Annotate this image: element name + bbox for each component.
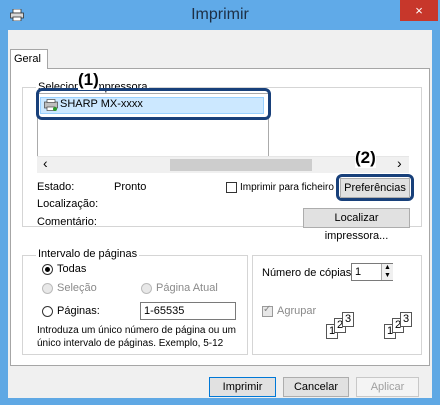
scroll-left-icon[interactable]: ‹ (43, 155, 48, 171)
tab-geral[interactable]: Geral (10, 49, 48, 69)
page-range-hint-1: Introduza um único número de página ou u… (37, 325, 237, 336)
printer-list-scrollbar[interactable]: ‹ › (37, 155, 409, 173)
comentario-label: Comentário: (37, 216, 97, 228)
todas-label[interactable]: Todas (57, 263, 86, 275)
preferencias-button[interactable]: Preferências (340, 178, 410, 198)
window-title: Imprimir (191, 6, 249, 23)
callout-two-label: (2) (355, 148, 376, 168)
print-to-file-checkbox[interactable] (226, 182, 237, 193)
paginas-input[interactable]: 1-65535 (140, 302, 236, 320)
imprimir-label: Imprimir (222, 381, 263, 393)
close-button[interactable]: × (400, 0, 438, 21)
scroll-thumb[interactable] (170, 159, 312, 171)
pagina-atual-label[interactable]: Página Atual (156, 282, 218, 294)
collate-page-3: 3 (400, 312, 412, 327)
spin-down-icon[interactable]: ▼ (384, 272, 391, 279)
spin-up-icon[interactable]: ▲ (384, 264, 391, 271)
close-icon: × (415, 3, 423, 18)
page-range-hint-2: único intervalo de páginas. Exemplo, 5-1… (37, 338, 224, 349)
collate-page-3: 3 (342, 312, 354, 327)
estado-label: Estado: (37, 181, 75, 193)
localizar-impressora-button[interactable]: Localizar impressora... (303, 208, 410, 242)
callout-one-box (36, 88, 271, 120)
scroll-right-icon[interactable]: › (397, 155, 402, 171)
copies-spinner[interactable]: ▲ ▼ (381, 264, 393, 280)
cancelar-button[interactable]: Cancelar (283, 377, 349, 397)
tab-geral-label: Geral (14, 53, 41, 65)
paginas-label[interactable]: Páginas: (57, 305, 100, 317)
preferencias-label: Preferências (344, 182, 406, 194)
copies-label: Número de cópias: (262, 267, 355, 279)
localizacao-label: Localização: (37, 198, 99, 210)
agrupar-checkbox[interactable]: ✓ (262, 304, 273, 317)
todas-radio[interactable] (42, 264, 53, 275)
agrupar-label[interactable]: Agrupar (277, 305, 316, 317)
selecao-radio[interactable] (42, 283, 53, 294)
pagina-atual-radio[interactable] (141, 283, 152, 294)
selecao-label[interactable]: Seleção (57, 282, 97, 294)
aplicar-label: Aplicar (370, 381, 405, 393)
checkmark-icon: ✓ (263, 304, 272, 315)
cancelar-label: Cancelar (293, 381, 339, 393)
page-range-label: Intervalo de páginas (36, 248, 140, 260)
callout-one-label: (1) (78, 70, 99, 90)
localizar-label: Localizar impressora... (324, 212, 389, 242)
imprimir-button[interactable]: Imprimir (209, 377, 276, 397)
aplicar-button[interactable]: Aplicar (356, 377, 419, 397)
paginas-radio[interactable] (42, 306, 53, 317)
estado-value: Pronto (114, 181, 147, 193)
print-to-file-label[interactable]: Imprimir para ficheiro (240, 182, 334, 193)
title-bar[interactable]: Imprimir × (0, 0, 440, 30)
